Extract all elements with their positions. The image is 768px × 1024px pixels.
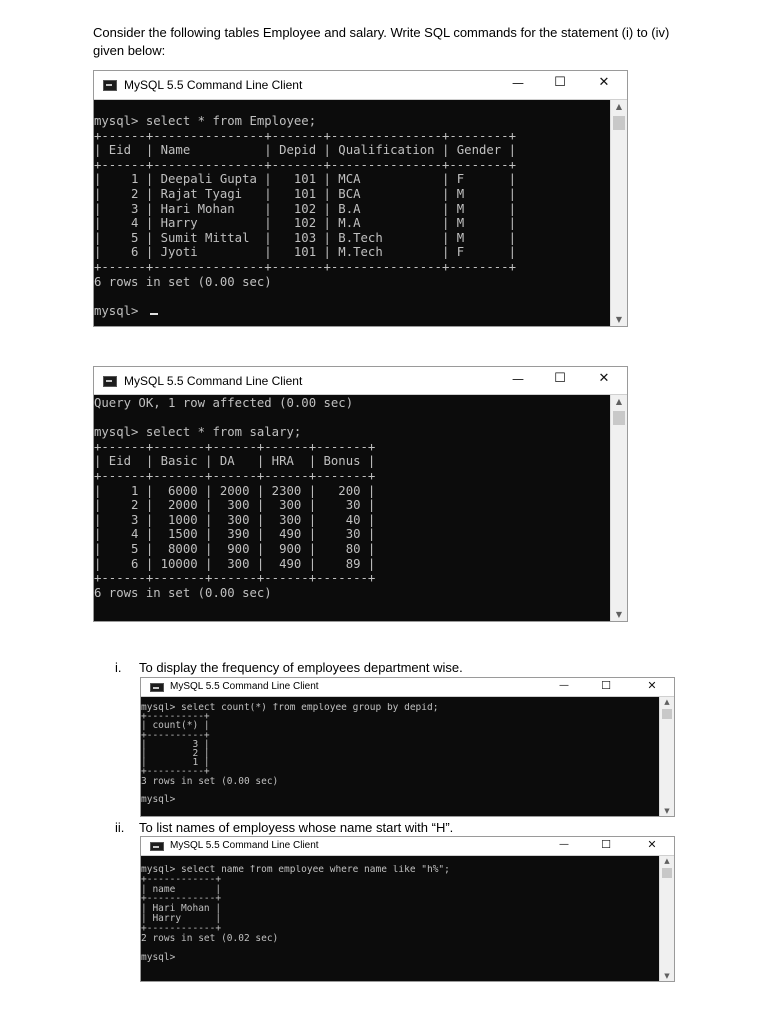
terminal-line: | 3 | 1000 | 300 | 300 | 40 | [94, 512, 376, 527]
window-title: MySQL 5.5 Command Line Client [124, 374, 303, 388]
scroll-thumb[interactable] [662, 709, 672, 719]
terminal-line: | 3 | Hari Mohan | 102 | B.A | M | [94, 201, 516, 216]
scrollbar[interactable]: ▲ ▼ [610, 100, 627, 326]
close-button[interactable]: ✕ [592, 75, 616, 90]
terminal-line: | 5 | Sumit Mittal | 103 | B.Tech | M | [94, 230, 516, 245]
question-text-item: To display the frequency of employees de… [139, 660, 463, 675]
terminal-line: | 1 | 6000 | 2000 | 2300 | 200 | [94, 483, 376, 498]
maximize-button[interactable]: ☐ [548, 75, 572, 90]
terminal-output: mysql> select * from Employee; +------+-… [94, 114, 608, 318]
window-title: MySQL 5.5 Command Line Client [170, 840, 319, 851]
terminal-line: | 4 | 1500 | 390 | 490 | 30 | [94, 527, 376, 542]
title-bar[interactable]: MySQL 5.5 Command Line Client — ☐ ✕ [141, 678, 674, 697]
title-bar[interactable]: MySQL 5.5 Command Line Client — ☐ ✕ [141, 837, 674, 856]
title-bar[interactable]: MySQL 5.5 Command Line Client — ☐ ✕ [94, 367, 627, 395]
mysql-app-icon [103, 376, 117, 387]
terminal-line: Query OK, 1 row affected (0.00 sec) [94, 396, 354, 410]
question-text: Consider the following tables Employee a… [93, 25, 670, 58]
title-bar[interactable]: MySQL 5.5 Command Line Client — ☐ ✕ [94, 71, 627, 100]
terminal-line: +------+---------------+-------+--------… [94, 157, 516, 172]
close-button[interactable]: ✕ [641, 838, 663, 851]
terminal-line: | 2 | Rajat Tyagi | 101 | BCA | M | [94, 186, 516, 201]
mysql-app-icon [103, 80, 117, 91]
minimize-button[interactable]: — [553, 680, 575, 691]
terminal-window-employee[interactable]: MySQL 5.5 Command Line Client — ☐ ✕ mysq… [93, 70, 628, 327]
terminal-line: +------+-------+------+------+-------+ [94, 571, 376, 586]
terminal-line: | 6 | 10000 | 300 | 490 | 89 | [94, 556, 376, 571]
mysql-app-icon [150, 683, 164, 692]
terminal-line: mysql> select * from Employee; [94, 114, 317, 128]
terminal-output: mysql> select name from employee where n… [141, 865, 655, 963]
terminal-line: | 2 | 2000 | 300 | 300 | 30 | [94, 498, 376, 513]
window-title: MySQL 5.5 Command Line Client [124, 78, 303, 92]
terminal-line: | 6 | Jyoti | 101 | M.Tech | F | [94, 245, 516, 260]
question-item-2: ii. To list names of employess whose nam… [115, 820, 595, 836]
terminal-line: 6 rows in set (0.00 sec) [94, 274, 272, 289]
scroll-up-icon[interactable]: ▲ [660, 857, 674, 865]
question-item-1: i. To display the frequency of employees… [115, 660, 595, 676]
terminal-line: +------+-------+------+------+-------+ [94, 468, 376, 483]
scroll-up-icon[interactable]: ▲ [611, 397, 627, 406]
window-title: MySQL 5.5 Command Line Client [170, 681, 319, 692]
scroll-thumb[interactable] [662, 868, 672, 878]
text-cursor [149, 312, 158, 315]
question-number: i. [115, 660, 122, 675]
minimize-button[interactable]: — [553, 839, 575, 850]
terminal-line: | Eid | Basic | DA | HRA | Bonus | [94, 454, 376, 469]
terminal-line: mysql> [141, 952, 176, 963]
terminal-window-name-search[interactable]: MySQL 5.5 Command Line Client — ☐ ✕ mysq… [140, 836, 675, 982]
question-text-item: To list names of employess whose name st… [139, 820, 454, 835]
scroll-down-icon[interactable]: ▼ [611, 610, 627, 619]
terminal-line: mysql> [141, 794, 176, 805]
terminal-line: +------+---------------+-------+--------… [94, 128, 516, 143]
scroll-up-icon[interactable]: ▲ [611, 102, 627, 111]
terminal-line: +------+---------------+-------+--------… [94, 259, 516, 274]
scroll-up-icon[interactable]: ▲ [660, 698, 674, 706]
terminal-line: | 1 | Deepali Gupta | 101 | MCA | F | [94, 172, 516, 187]
terminal-window-salary[interactable]: MySQL 5.5 Command Line Client — ☐ ✕ Quer… [93, 366, 628, 622]
maximize-button[interactable]: ☐ [595, 679, 617, 692]
scroll-thumb[interactable] [613, 411, 625, 425]
maximize-button[interactable]: ☐ [548, 371, 572, 386]
terminal-line: | 4 | Harry | 102 | M.A | M | [94, 216, 516, 231]
minimize-button[interactable]: — [506, 76, 530, 90]
terminal-line: 3 rows in set (0.00 sec) [141, 775, 279, 787]
terminal-line: | Eid | Name | Depid | Qualification | G… [94, 143, 516, 158]
mysql-app-icon [150, 842, 164, 851]
terminal-line: 6 rows in set (0.00 sec) [94, 585, 272, 600]
terminal-line: mysql> [94, 303, 146, 318]
scroll-down-icon[interactable]: ▼ [611, 315, 627, 324]
terminal-output: Query OK, 1 row affected (0.00 sec) mysq… [94, 396, 608, 600]
scroll-thumb[interactable] [613, 116, 625, 130]
scrollbar[interactable]: ▲ ▼ [610, 395, 627, 621]
terminal-line: mysql> select * from salary; [94, 425, 302, 440]
close-button[interactable]: ✕ [592, 371, 616, 386]
terminal-line: 2 rows in set (0.02 sec) [141, 932, 279, 944]
terminal-line: | 5 | 8000 | 900 | 900 | 80 | [94, 541, 376, 556]
scrollbar[interactable]: ▲ ▼ [659, 697, 674, 816]
question-number: ii. [115, 820, 125, 835]
terminal-window-count[interactable]: MySQL 5.5 Command Line Client — ☐ ✕ mysq… [140, 677, 675, 817]
maximize-button[interactable]: ☐ [595, 838, 617, 851]
terminal-line: +------+-------+------+------+-------+ [94, 439, 376, 454]
close-button[interactable]: ✕ [641, 679, 663, 692]
minimize-button[interactable]: — [506, 372, 530, 386]
terminal-output: mysql> select count(*) from employee gro… [141, 703, 655, 804]
scroll-down-icon[interactable]: ▼ [660, 972, 674, 980]
scroll-down-icon[interactable]: ▼ [660, 807, 674, 815]
scrollbar[interactable]: ▲ ▼ [659, 856, 674, 981]
